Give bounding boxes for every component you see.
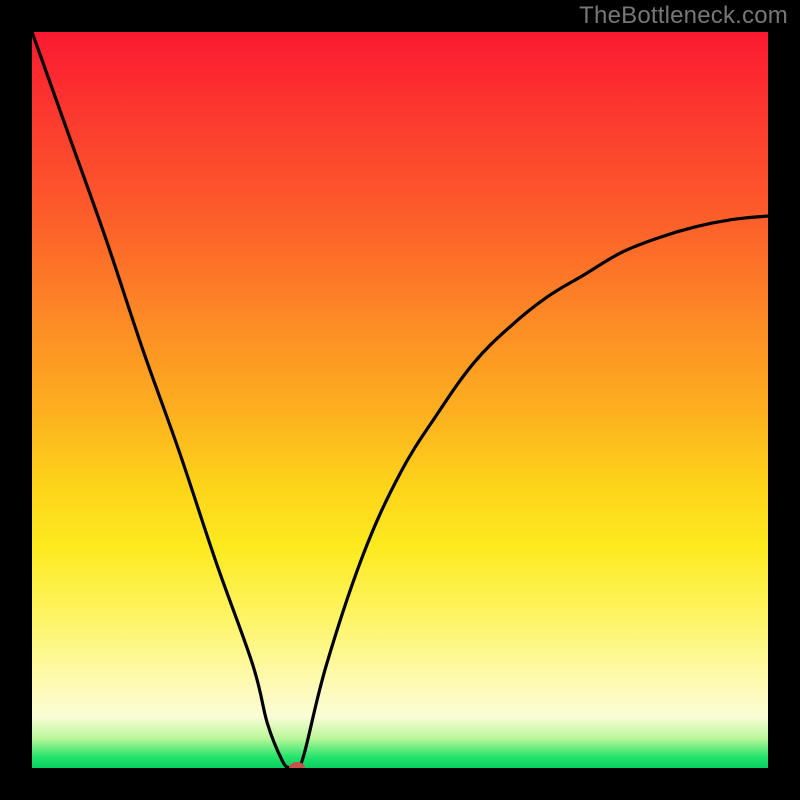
curve-path xyxy=(32,32,768,768)
watermark-text: TheBottleneck.com xyxy=(579,2,788,30)
optimal-point-marker xyxy=(289,762,305,768)
plot-area xyxy=(32,32,768,768)
bottleneck-curve xyxy=(32,32,768,768)
chart-frame: TheBottleneck.com xyxy=(0,0,800,800)
